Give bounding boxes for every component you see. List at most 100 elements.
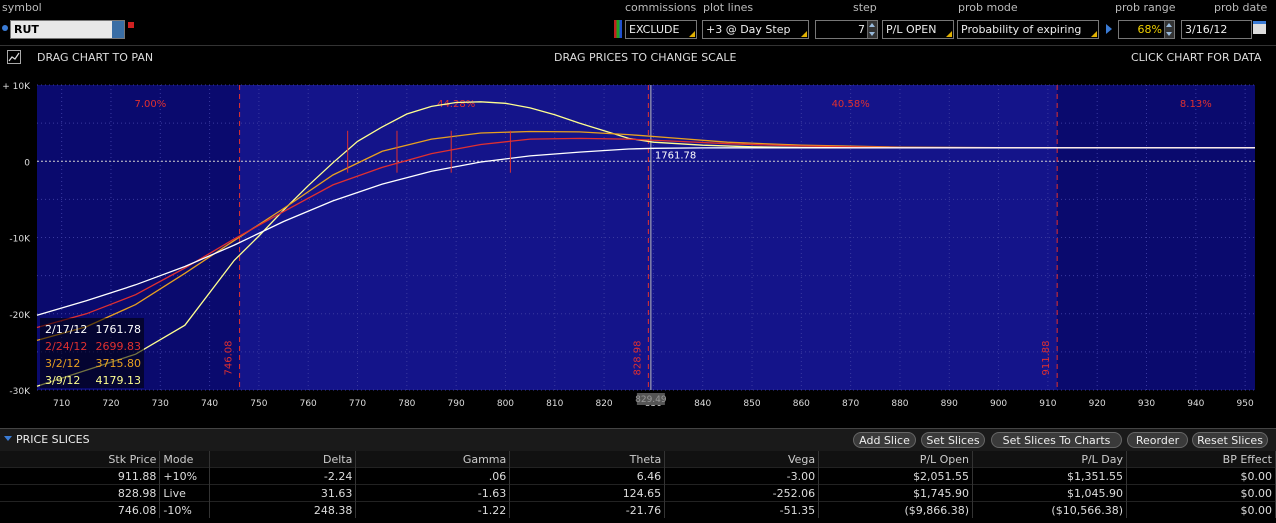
plot-lines-select[interactable]: +3 @ Day Step	[702, 20, 809, 39]
x-tick-label: 920	[1089, 399, 1106, 409]
plot-lines-value: +3 @ Day Step	[706, 23, 791, 36]
data-hint: CLICK CHART FOR DATA	[1131, 51, 1262, 64]
table-cell: -10%	[159, 501, 211, 518]
expand-arrow-icon[interactable]	[1106, 24, 1112, 34]
table-row[interactable]: 746.08 -10% 248.38 -1.22 -21.76 -51.35 ($9,866…	[0, 501, 1276, 518]
calendar-icon[interactable]	[1253, 21, 1266, 34]
step-stepper[interactable]: 7	[815, 20, 878, 39]
legend-series-name: 3/2/12	[45, 357, 80, 370]
collapse-chevron-icon[interactable]	[4, 436, 12, 441]
x-tick-label: 900	[990, 399, 1007, 409]
scale-hint: DRAG PRICES TO CHANGE SCALE	[554, 51, 737, 64]
step-spinner-icon[interactable]	[867, 21, 877, 38]
x-tick-label: 950	[1237, 399, 1254, 409]
y-tick-label: -30K	[9, 387, 31, 397]
legend-series-value: 3715.80	[96, 357, 142, 370]
col-mode: Mode	[159, 451, 211, 468]
prob-date-value: 3/16/12	[1185, 23, 1228, 36]
price-slices-table: Stk Price Mode Delta Gamma Theta Vega P/…	[0, 451, 1276, 518]
step-value: 7	[858, 23, 865, 36]
current-value-label: 1761.78	[655, 150, 696, 161]
table-cell: $1,045.90	[972, 484, 1127, 502]
chart-style-icon[interactable]	[7, 50, 21, 64]
dropdown-corner-icon	[801, 31, 807, 37]
x-tick-label: 870	[842, 399, 859, 409]
dropdown-corner-icon	[946, 31, 952, 37]
col-theta: Theta	[509, 451, 666, 468]
legend-series-value: 2699.83	[96, 340, 142, 353]
set-slices-button[interactable]: Set Slices	[921, 432, 985, 448]
probability-label: 40.58%	[832, 99, 870, 110]
symbol-dropdown-icon[interactable]	[112, 21, 124, 38]
prob-range-value: 68%	[1137, 23, 1162, 36]
prob-range-spinner-icon[interactable]	[1164, 21, 1174, 38]
table-cell: $0.00	[1126, 484, 1276, 502]
x-tick-label: 820	[595, 399, 612, 409]
link-dot-icon	[2, 25, 8, 31]
table-cell: $0.00	[1126, 467, 1276, 485]
set-slices-to-charts-button[interactable]: Set Slices To Charts	[991, 432, 1122, 448]
col-gamma: Gamma	[355, 451, 511, 468]
table-cell: -21.76	[509, 501, 666, 518]
reset-slices-button[interactable]: Reset Slices	[1192, 432, 1268, 448]
probability-label: 8.13%	[1180, 99, 1212, 110]
divider	[0, 45, 1276, 46]
pl-mode-select[interactable]: P/L OPEN	[882, 20, 954, 39]
table-cell: $1,745.90	[818, 484, 974, 502]
y-tick-label: -20K	[9, 311, 31, 321]
x-tick-label: 860	[793, 399, 810, 409]
table-row[interactable]: 828.98 Live 31.63 -1.63 124.65 -252.06 $1,745.…	[0, 484, 1276, 502]
risk-profile-chart[interactable]: + 10K 0 -10K -20K -30K 710 720 730 740 750 760 770 7…	[0, 80, 1276, 412]
col-bp-effect: BP Effect	[1126, 451, 1276, 468]
plot-lines-label: plot lines	[703, 1, 754, 14]
table-cell: +10%	[159, 467, 211, 485]
price-slices-title: PRICE SLICES	[16, 433, 90, 446]
legend-series-name: 2/24/12	[45, 340, 87, 353]
table-cell: $1,351.55	[972, 467, 1127, 485]
col-vega: Vega	[664, 451, 820, 468]
x-tick-label: 740	[201, 399, 218, 409]
prob-mode-select[interactable]: Probability of expiring	[957, 20, 1099, 39]
col-delta: Delta	[209, 451, 357, 468]
table-cell: ($9,866.38)	[818, 501, 974, 518]
probability-label: 7.00%	[135, 99, 167, 110]
table-cell[interactable]: 746.08	[0, 501, 161, 518]
color-flag-icon	[128, 22, 134, 28]
symbol-value: RUT	[14, 23, 39, 36]
col-pl-open: P/L Open	[818, 451, 974, 468]
reorder-button[interactable]: Reorder	[1127, 432, 1188, 448]
table-cell: 248.38	[209, 501, 357, 518]
x-tick-label: 790	[448, 399, 465, 409]
table-cell: Live	[159, 484, 211, 502]
table-cell[interactable]: 828.98	[0, 484, 161, 502]
price-slice-label: 911.88	[1041, 341, 1052, 376]
x-tick-label: 810	[546, 399, 563, 409]
pl-mode-value: P/L OPEN	[886, 23, 937, 36]
table-cell: -51.35	[664, 501, 820, 518]
commissions-select[interactable]: EXCLUDE	[625, 20, 697, 39]
table-cell: -3.00	[664, 467, 820, 485]
x-tick-label: 710	[53, 399, 70, 409]
legend-series-value: 4179.13	[96, 374, 142, 387]
prob-range-stepper[interactable]: 68%	[1118, 20, 1175, 39]
table-cell: ($10,566.38)	[972, 501, 1127, 518]
table-row[interactable]: 911.88 +10% -2.24.06 6.46 -3.00 $2,051.55 $1,3…	[0, 467, 1276, 485]
col-stk-price: Stk Price	[0, 451, 161, 468]
y-tick-label: -10K	[9, 235, 31, 245]
price-slice-label: 746.08	[224, 341, 235, 376]
table-cell: 31.63	[209, 484, 357, 502]
dropdown-corner-icon	[1091, 31, 1097, 37]
chart-colors-icon[interactable]	[614, 20, 622, 38]
symbol-input[interactable]: RUT	[10, 20, 125, 39]
add-slice-button[interactable]: Add Slice	[853, 432, 916, 448]
table-cell[interactable]: 911.88	[0, 467, 161, 485]
prob-date-label: prob date	[1214, 1, 1268, 14]
prob-date-input[interactable]: 3/16/12	[1181, 20, 1252, 39]
x-tick-label: 880	[891, 399, 908, 409]
table-cell: $2,051.55	[818, 467, 974, 485]
prob-range-label: prob range	[1115, 1, 1176, 14]
table-cell: -1.63	[355, 484, 511, 502]
pan-hint: DRAG CHART TO PAN	[37, 51, 154, 64]
price-slice-label: 828.98	[632, 341, 643, 376]
table-cell: -252.06	[664, 484, 820, 502]
